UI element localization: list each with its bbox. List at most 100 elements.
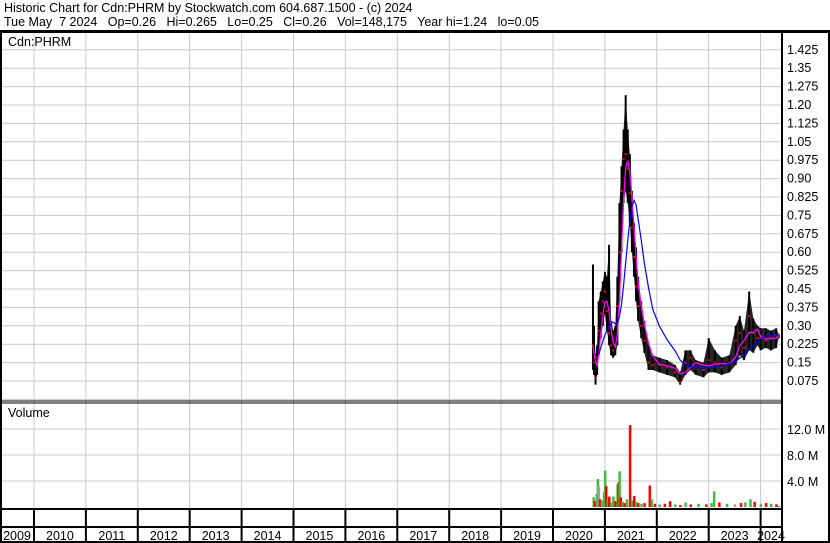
close-marker bbox=[597, 329, 600, 332]
close-marker bbox=[630, 226, 633, 229]
price-tick-label: 0.375 bbox=[787, 300, 818, 314]
price-tick-label: 1.20 bbox=[787, 98, 811, 112]
close-marker bbox=[605, 310, 608, 313]
close-marker bbox=[599, 312, 602, 315]
close-marker bbox=[764, 339, 767, 342]
volume-bar bbox=[718, 502, 721, 507]
volume-bar bbox=[744, 502, 747, 507]
year-label: 2020 bbox=[565, 529, 593, 543]
close-marker bbox=[643, 339, 646, 342]
volume-bar bbox=[710, 503, 713, 507]
year-label: 2010 bbox=[46, 529, 74, 543]
volume-bar bbox=[673, 504, 677, 507]
volume-bar bbox=[739, 503, 743, 507]
close-marker bbox=[738, 332, 741, 335]
year-label: 2017 bbox=[409, 529, 437, 543]
close-marker bbox=[707, 359, 710, 362]
close-marker bbox=[673, 371, 676, 374]
close-marker bbox=[601, 300, 604, 303]
stock-chart-window: Historic Chart for Cdn:PHRM by Stockwatc… bbox=[0, 0, 830, 543]
volume-bar bbox=[628, 425, 632, 507]
close-marker bbox=[620, 189, 623, 192]
grid-lines bbox=[2, 33, 782, 508]
close-marker bbox=[647, 361, 650, 364]
volume-bar bbox=[668, 501, 672, 507]
volume-bar bbox=[733, 504, 737, 507]
year-label: 2009 bbox=[3, 529, 31, 543]
volume-bar bbox=[769, 503, 773, 507]
outer-border bbox=[0, 31, 830, 543]
year-label: 2014 bbox=[254, 529, 282, 543]
price-tick-label: 0.30 bbox=[787, 319, 811, 333]
volume-bar bbox=[663, 503, 667, 507]
price-tick-label: 1.425 bbox=[787, 43, 818, 57]
volume-bar bbox=[712, 491, 716, 507]
volume-bar bbox=[658, 504, 661, 507]
close-marker bbox=[689, 356, 692, 359]
close-marker bbox=[742, 346, 745, 349]
close-marker bbox=[756, 337, 759, 340]
volume-bar bbox=[705, 504, 708, 507]
price-bars bbox=[591, 95, 780, 385]
year-label: 2015 bbox=[306, 529, 334, 543]
price-tick-label: 0.525 bbox=[787, 264, 818, 278]
close-marker bbox=[635, 285, 638, 288]
volume-tick-label: 4.0 M bbox=[787, 475, 818, 489]
volume-bar bbox=[650, 499, 654, 507]
price-tick-label: 1.35 bbox=[787, 61, 811, 75]
year-label: 2018 bbox=[461, 529, 489, 543]
close-marker bbox=[734, 339, 737, 342]
symbol-label: Cdn:PHRM bbox=[8, 35, 71, 49]
volume-bar bbox=[759, 503, 763, 507]
volume-tick-label: 8.0 M bbox=[787, 449, 818, 463]
volume-bar bbox=[689, 504, 693, 507]
close-marker bbox=[616, 305, 619, 308]
close-marker bbox=[748, 314, 751, 317]
axis-labels: 1.425 1.35 1.275 1.20 1.125 1.05 0.975 0.90 0.82… bbox=[3, 43, 825, 543]
price-tick-label: 0.075 bbox=[787, 374, 818, 388]
close-marker bbox=[666, 366, 669, 369]
close-marker bbox=[651, 364, 654, 367]
close-marker bbox=[628, 192, 631, 195]
year-label: 2024 bbox=[757, 529, 785, 543]
price-tick-label: 0.225 bbox=[787, 337, 818, 351]
volume-bar bbox=[725, 503, 729, 507]
year-label: 2016 bbox=[357, 529, 385, 543]
volume-bar bbox=[640, 503, 643, 507]
close-marker bbox=[618, 251, 621, 254]
close-marker bbox=[622, 157, 625, 160]
close-marker bbox=[713, 361, 716, 364]
volume-tick-label: 12.0 M bbox=[787, 423, 825, 437]
volume-bar bbox=[643, 503, 646, 507]
close-marker bbox=[679, 381, 682, 384]
price-tick-label: 0.975 bbox=[787, 153, 818, 167]
price-tick-label: 1.05 bbox=[787, 135, 811, 149]
price-tick-label: 1.275 bbox=[787, 80, 818, 94]
year-label: 2021 bbox=[617, 529, 645, 543]
volume-bar bbox=[749, 499, 752, 507]
price-tick-label: 0.60 bbox=[787, 245, 811, 259]
volume-bar bbox=[777, 506, 781, 507]
close-marker bbox=[637, 305, 640, 308]
price-volume-chart: Cdn:PHRM Volume 1.4251.351.2751.201.1251… bbox=[0, 30, 830, 543]
year-label: 2013 bbox=[202, 529, 230, 543]
price-tick-label: 0.75 bbox=[787, 208, 811, 222]
close-marker bbox=[608, 332, 611, 335]
close-marker bbox=[594, 376, 597, 379]
volume-bar bbox=[653, 503, 657, 507]
year-label: 2019 bbox=[513, 529, 541, 543]
price-tick-label: 0.45 bbox=[787, 282, 811, 296]
year-label: 2012 bbox=[150, 529, 178, 543]
close-marker bbox=[640, 324, 643, 327]
price-tick-label: 0.825 bbox=[787, 190, 818, 204]
close-marker bbox=[702, 368, 705, 371]
volume-bar bbox=[697, 503, 700, 507]
price-tick-label: 0.675 bbox=[787, 227, 818, 241]
volume-label: Volume bbox=[8, 406, 50, 420]
volume-bar bbox=[753, 501, 756, 507]
price-tick-label: 0.15 bbox=[787, 356, 811, 370]
close-marker bbox=[612, 349, 615, 352]
year-label: 2023 bbox=[721, 529, 749, 543]
year-label: 2022 bbox=[669, 529, 697, 543]
volume-bar bbox=[684, 502, 687, 507]
